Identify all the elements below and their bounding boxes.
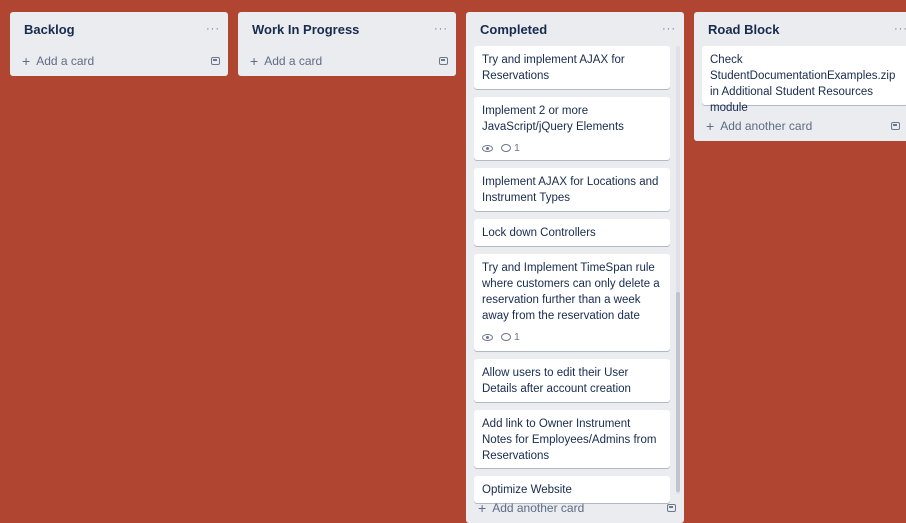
add-card-row: + Add another card [466,493,684,523]
card-title: Try and implement AJAX for Reservations [482,54,625,82]
list-title[interactable]: Completed [480,22,547,37]
comment-count: 1 [514,331,520,343]
add-card-label: Add a card [36,54,95,68]
card-template-icon[interactable] [211,57,220,65]
board: Backlog ··· + Add a card Work In Progres… [0,0,906,523]
comment-icon [501,333,511,341]
card-badges: 1 [482,329,662,345]
scrollbar-thumb[interactable] [676,292,680,492]
add-card-label: Add another card [492,501,585,515]
list-road-block: Road Block ··· Check StudentDocumentatio… [694,12,906,141]
comment-count: 1 [514,142,520,154]
card[interactable]: Lock down Controllers [474,219,670,246]
card[interactable]: Implement 2 or more JavaScript/jQuery El… [474,97,670,160]
card[interactable]: Try and implement AJAX for Reservations [474,46,670,89]
list-work-in-progress: Work In Progress ··· + Add a card [238,12,456,76]
card-template-icon[interactable] [667,504,676,512]
add-card-label: Add a card [264,54,323,68]
list-scrollbar[interactable] [676,46,680,494]
add-card-button[interactable]: + Add a card [250,54,322,68]
list-header: Road Block ··· [694,12,906,46]
list-title[interactable]: Backlog [24,22,75,37]
card-title: Implement 2 or more JavaScript/jQuery El… [482,105,624,133]
list-header: Work In Progress ··· [238,12,456,46]
card-list: Check StudentDocumentationExamples.zip i… [694,46,906,114]
card-list: Try and implement AJAX for Reservations … [466,46,684,503]
card-title: Check StudentDocumentationExamples.zip i… [710,54,896,114]
list-header: Backlog ··· [10,12,228,46]
card[interactable]: Add link to Owner Instrument Notes for E… [474,410,670,468]
eye-icon [482,144,493,152]
add-card-label: Add another card [720,119,813,133]
card-badges: 1 [482,140,662,156]
list-menu-icon[interactable]: ··· [662,23,676,35]
card-title: Lock down Controllers [482,227,596,239]
list-menu-icon[interactable]: ··· [206,23,220,35]
comment-badge: 1 [501,329,520,345]
add-card-button[interactable]: + Add a card [22,54,94,68]
list-header: Completed ··· [466,12,684,46]
card-title: Allow users to edit their User Details a… [482,367,631,395]
card-title: Implement AJAX for Locations and Instrum… [482,176,659,204]
list-backlog: Backlog ··· + Add a card [10,12,228,76]
add-card-button[interactable]: + Add another card [706,119,812,133]
list-menu-icon[interactable]: ··· [434,23,448,35]
list-title[interactable]: Road Block [708,22,780,37]
add-card-row: + Add a card [10,46,228,76]
card-title: Try and Implement TimeSpan rule where cu… [482,262,660,322]
plus-icon: + [22,53,31,69]
comment-badge: 1 [501,140,520,156]
list-completed: Completed ··· Try and implement AJAX for… [466,12,684,523]
card[interactable]: Try and Implement TimeSpan rule where cu… [474,254,670,351]
card-title: Add link to Owner Instrument Notes for E… [482,418,657,462]
card-template-icon[interactable] [891,122,900,130]
card[interactable]: Implement AJAX for Locations and Instrum… [474,168,670,211]
comment-icon [501,144,511,152]
card-template-icon[interactable] [439,57,448,65]
add-card-row: + Add a card [238,46,456,76]
plus-icon: + [478,500,487,516]
list-menu-icon[interactable]: ··· [894,23,906,35]
card[interactable]: Check StudentDocumentationExamples.zip i… [702,46,906,114]
add-card-button[interactable]: + Add another card [478,501,584,515]
plus-icon: + [706,118,715,134]
eye-icon [482,333,493,341]
list-title[interactable]: Work In Progress [252,22,359,37]
plus-icon: + [250,53,259,69]
card[interactable]: Allow users to edit their User Details a… [474,359,670,402]
